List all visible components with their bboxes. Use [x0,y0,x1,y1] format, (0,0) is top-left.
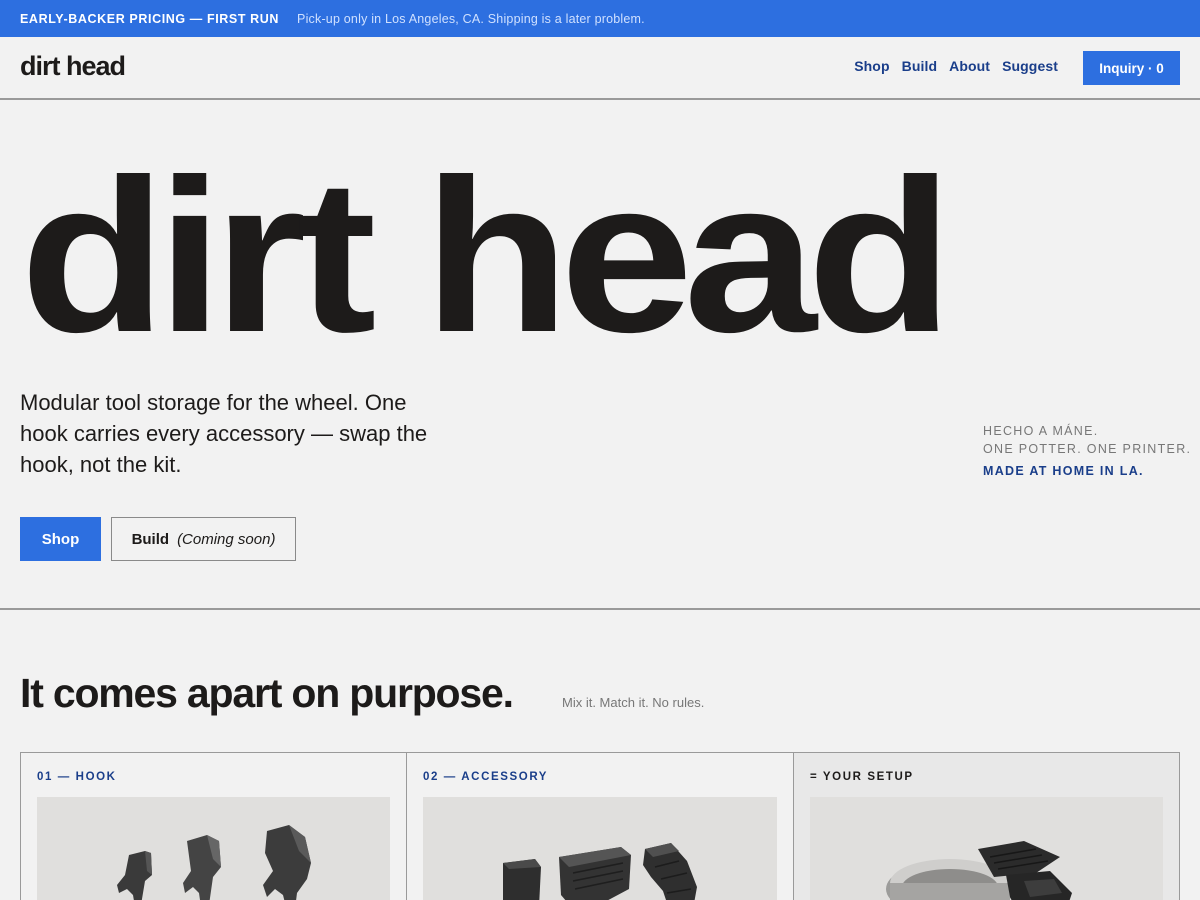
card-label: 02 — ACCESSORY [423,771,549,783]
nav-suggest[interactable]: Suggest [1002,58,1058,74]
announcement-note: Pick-up only in Los Angeles, CA. Shippin… [297,11,645,26]
section-subtitle: Mix it. Match it. No rules. [562,695,705,710]
made-line-2: ONE POTTER. ONE PRINTER. [983,442,1192,456]
announcement-bar: EARLY-BACKER PRICING — FIRST RUN Pick-up… [0,0,1200,37]
hook-parts-image [37,797,390,900]
announcement-promo: EARLY-BACKER PRICING — FIRST RUN [20,11,280,26]
nav-build[interactable]: Build [902,58,938,74]
section-title: It comes apart on purpose. [20,670,514,716]
site-header: dirt head Shop Build About Suggest Inqui… [0,37,1200,100]
card-your-setup[interactable]: = YOUR SETUP [794,753,1179,900]
shop-button[interactable]: Shop [20,517,101,561]
hero-description: Modular tool storage for the wheel. One … [20,390,428,477]
build-button[interactable]: Build (Coming soon) [111,517,296,561]
build-button-label: Build [131,530,170,548]
parts-grid: 01 — HOOK 02 — ACCESSORY = YOUR SETUP [20,752,1180,900]
nav-shop[interactable]: Shop [854,58,889,74]
card-accessory[interactable]: 02 — ACCESSORY [407,753,794,900]
inquiry-button[interactable]: Inquiry · 0 [1083,51,1180,85]
build-coming-soon: (Coming soon) [177,530,276,548]
main-nav: Shop Build About Suggest [842,58,1058,74]
card-label: = YOUR SETUP [810,771,914,783]
accessory-parts-image [423,797,777,900]
assembled-setup-image [810,797,1163,900]
made-line-3: MADE AT HOME IN LA. [983,464,1144,478]
card-hook[interactable]: 01 — HOOK [21,753,407,900]
card-label: 01 — HOOK [37,771,117,783]
made-in-la-block: HECHO A MÁNE. ONE POTTER. ONE PRINTER. M… [983,422,1191,478]
nav-about[interactable]: About [949,58,990,74]
made-line-1: HECHO A MÁNE. [983,424,1099,438]
hero-wordmark: dirt head [20,135,953,378]
section-divider [0,608,1200,610]
site-logo[interactable]: dirt head [20,51,126,82]
